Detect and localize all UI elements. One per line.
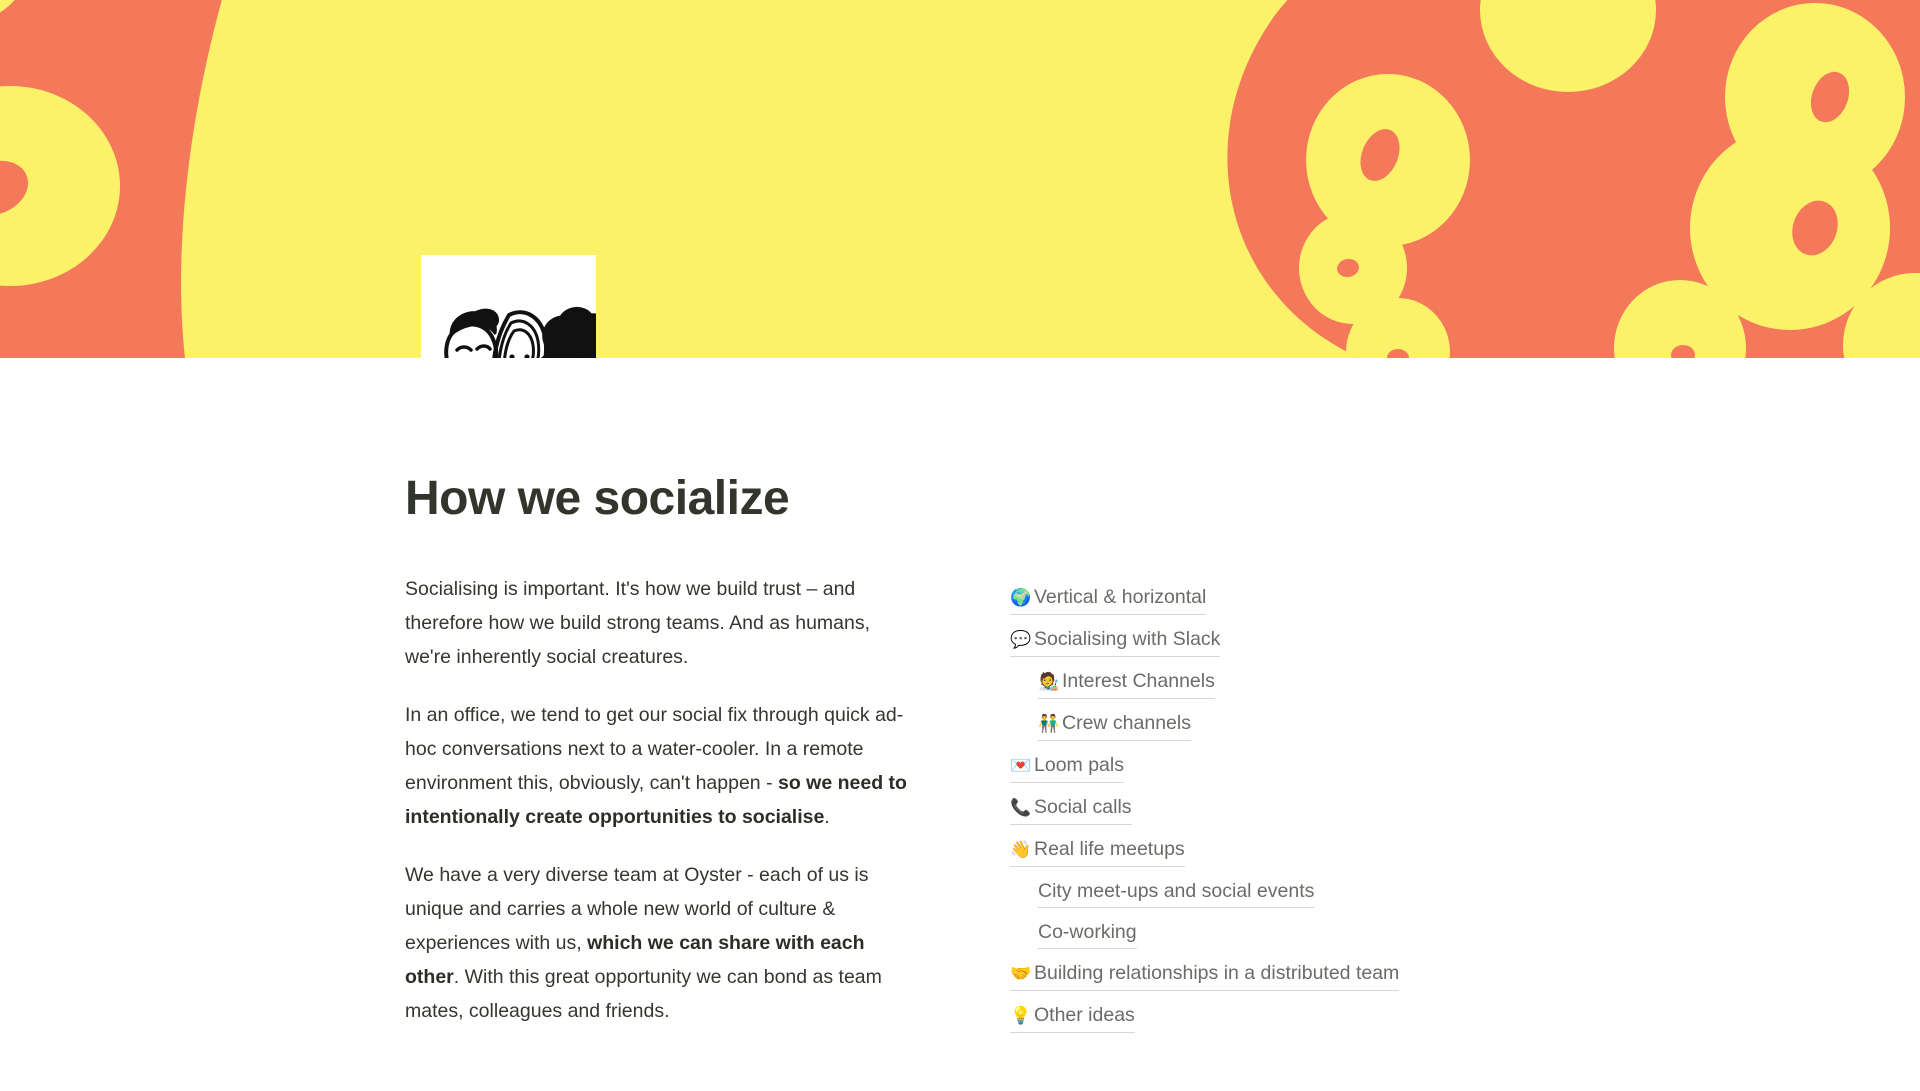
toc-item: 🤝 Building relationships in a distributed… [1010, 958, 1920, 991]
toc-link[interactable]: 💌 Loom pals [1010, 750, 1124, 783]
toc-link-label: City meet-ups and social events [1038, 879, 1315, 902]
toc-link[interactable]: 📞 Social calls [1010, 792, 1132, 825]
telephone-receiver-icon: 📞 [1010, 797, 1032, 817]
toc-link[interactable]: 💬 Socialising with Slack [1010, 624, 1221, 657]
toc-link-label: Vertical & horizontal [1034, 585, 1207, 608]
toc-link[interactable]: 👋 Real life meetups [1010, 834, 1185, 867]
toc-item: 🧑‍🎨 Interest Channels [1010, 666, 1920, 699]
content-wrapper: How we socialize Socialising is importan… [0, 358, 1920, 1042]
toc-link-label: Other ideas [1034, 1003, 1135, 1026]
toc-link-label: Crew channels [1062, 711, 1191, 734]
two-men-holding-hands-icon: 👬 [1038, 713, 1060, 733]
text-run: . With this great opportunity we can bon… [405, 965, 882, 1022]
text-run: . [824, 805, 830, 828]
toc-link-label: Building relationships in a distributed … [1034, 961, 1400, 984]
toc-link-label: Loom pals [1034, 753, 1124, 776]
page-title: How we socialize [405, 472, 790, 525]
light-bulb-icon: 💡 [1010, 1005, 1032, 1025]
toc-link-label: Social calls [1034, 795, 1132, 818]
toc-item: 👬 Crew channels [1010, 708, 1920, 741]
toc-link-label: Co-working [1038, 920, 1137, 943]
page-icon[interactable] [421, 255, 596, 358]
table-of-contents: 🌍 Vertical & horizontal 💬 Socialising with … [918, 572, 1920, 1042]
toc-item: 🌍 Vertical & horizontal [1010, 582, 1920, 615]
toc-link[interactable]: 🤝 Building relationships in a distributed… [1010, 958, 1400, 991]
toc-item: 💌 Loom pals [1010, 750, 1920, 783]
artist-icon: 🧑‍🎨 [1038, 671, 1060, 691]
handshake-icon: 🤝 [1010, 963, 1032, 983]
toc-item: 💬 Socialising with Slack [1010, 624, 1920, 657]
toc-link[interactable]: 🧑‍🎨 Interest Channels [1038, 666, 1215, 699]
love-letter-icon: 💌 [1010, 755, 1032, 775]
toc-item: 👋 Real life meetups [1010, 834, 1920, 867]
toc-link[interactable]: 💡 Other ideas [1010, 1000, 1135, 1033]
toc-link-label: Socialising with Slack [1034, 627, 1221, 650]
toc-link[interactable]: Co-working [1038, 917, 1137, 949]
waving-hand-icon: 👋 [1010, 839, 1032, 859]
three-doodle-faces-icon [421, 255, 596, 358]
globe-icon: 🌍 [1010, 587, 1032, 607]
toc-item: City meet-ups and social events [1010, 876, 1920, 908]
paragraph: We have a very diverse team at Oyster - … [405, 858, 918, 1028]
toc-item: 💡 Other ideas [1010, 1000, 1920, 1033]
paragraph: In an office, we tend to get our social … [405, 698, 918, 834]
toc-item: 📞 Social calls [1010, 792, 1920, 825]
toc-item: Co-working [1010, 917, 1920, 949]
two-column-layout: Socialising is important. It's how we bu… [405, 572, 1920, 1042]
toc-link-label: Interest Channels [1062, 669, 1215, 692]
toc-link[interactable]: City meet-ups and social events [1038, 876, 1315, 908]
toc-link[interactable]: 👬 Crew channels [1038, 708, 1191, 741]
toc-link[interactable]: 🌍 Vertical & horizontal [1010, 582, 1207, 615]
page-cover-banner [0, 0, 1920, 358]
banner-pattern-art [0, 0, 1920, 358]
paragraph: Socialising is important. It's how we bu… [405, 572, 918, 674]
speech-balloon-icon: 💬 [1010, 629, 1032, 649]
page-body: How we socialize Socialising is importan… [0, 358, 1920, 1042]
toc-link-label: Real life meetups [1034, 837, 1185, 860]
text-run: Socialising is important. It's how we bu… [405, 577, 871, 668]
article-text-column: Socialising is important. It's how we bu… [405, 572, 918, 1028]
